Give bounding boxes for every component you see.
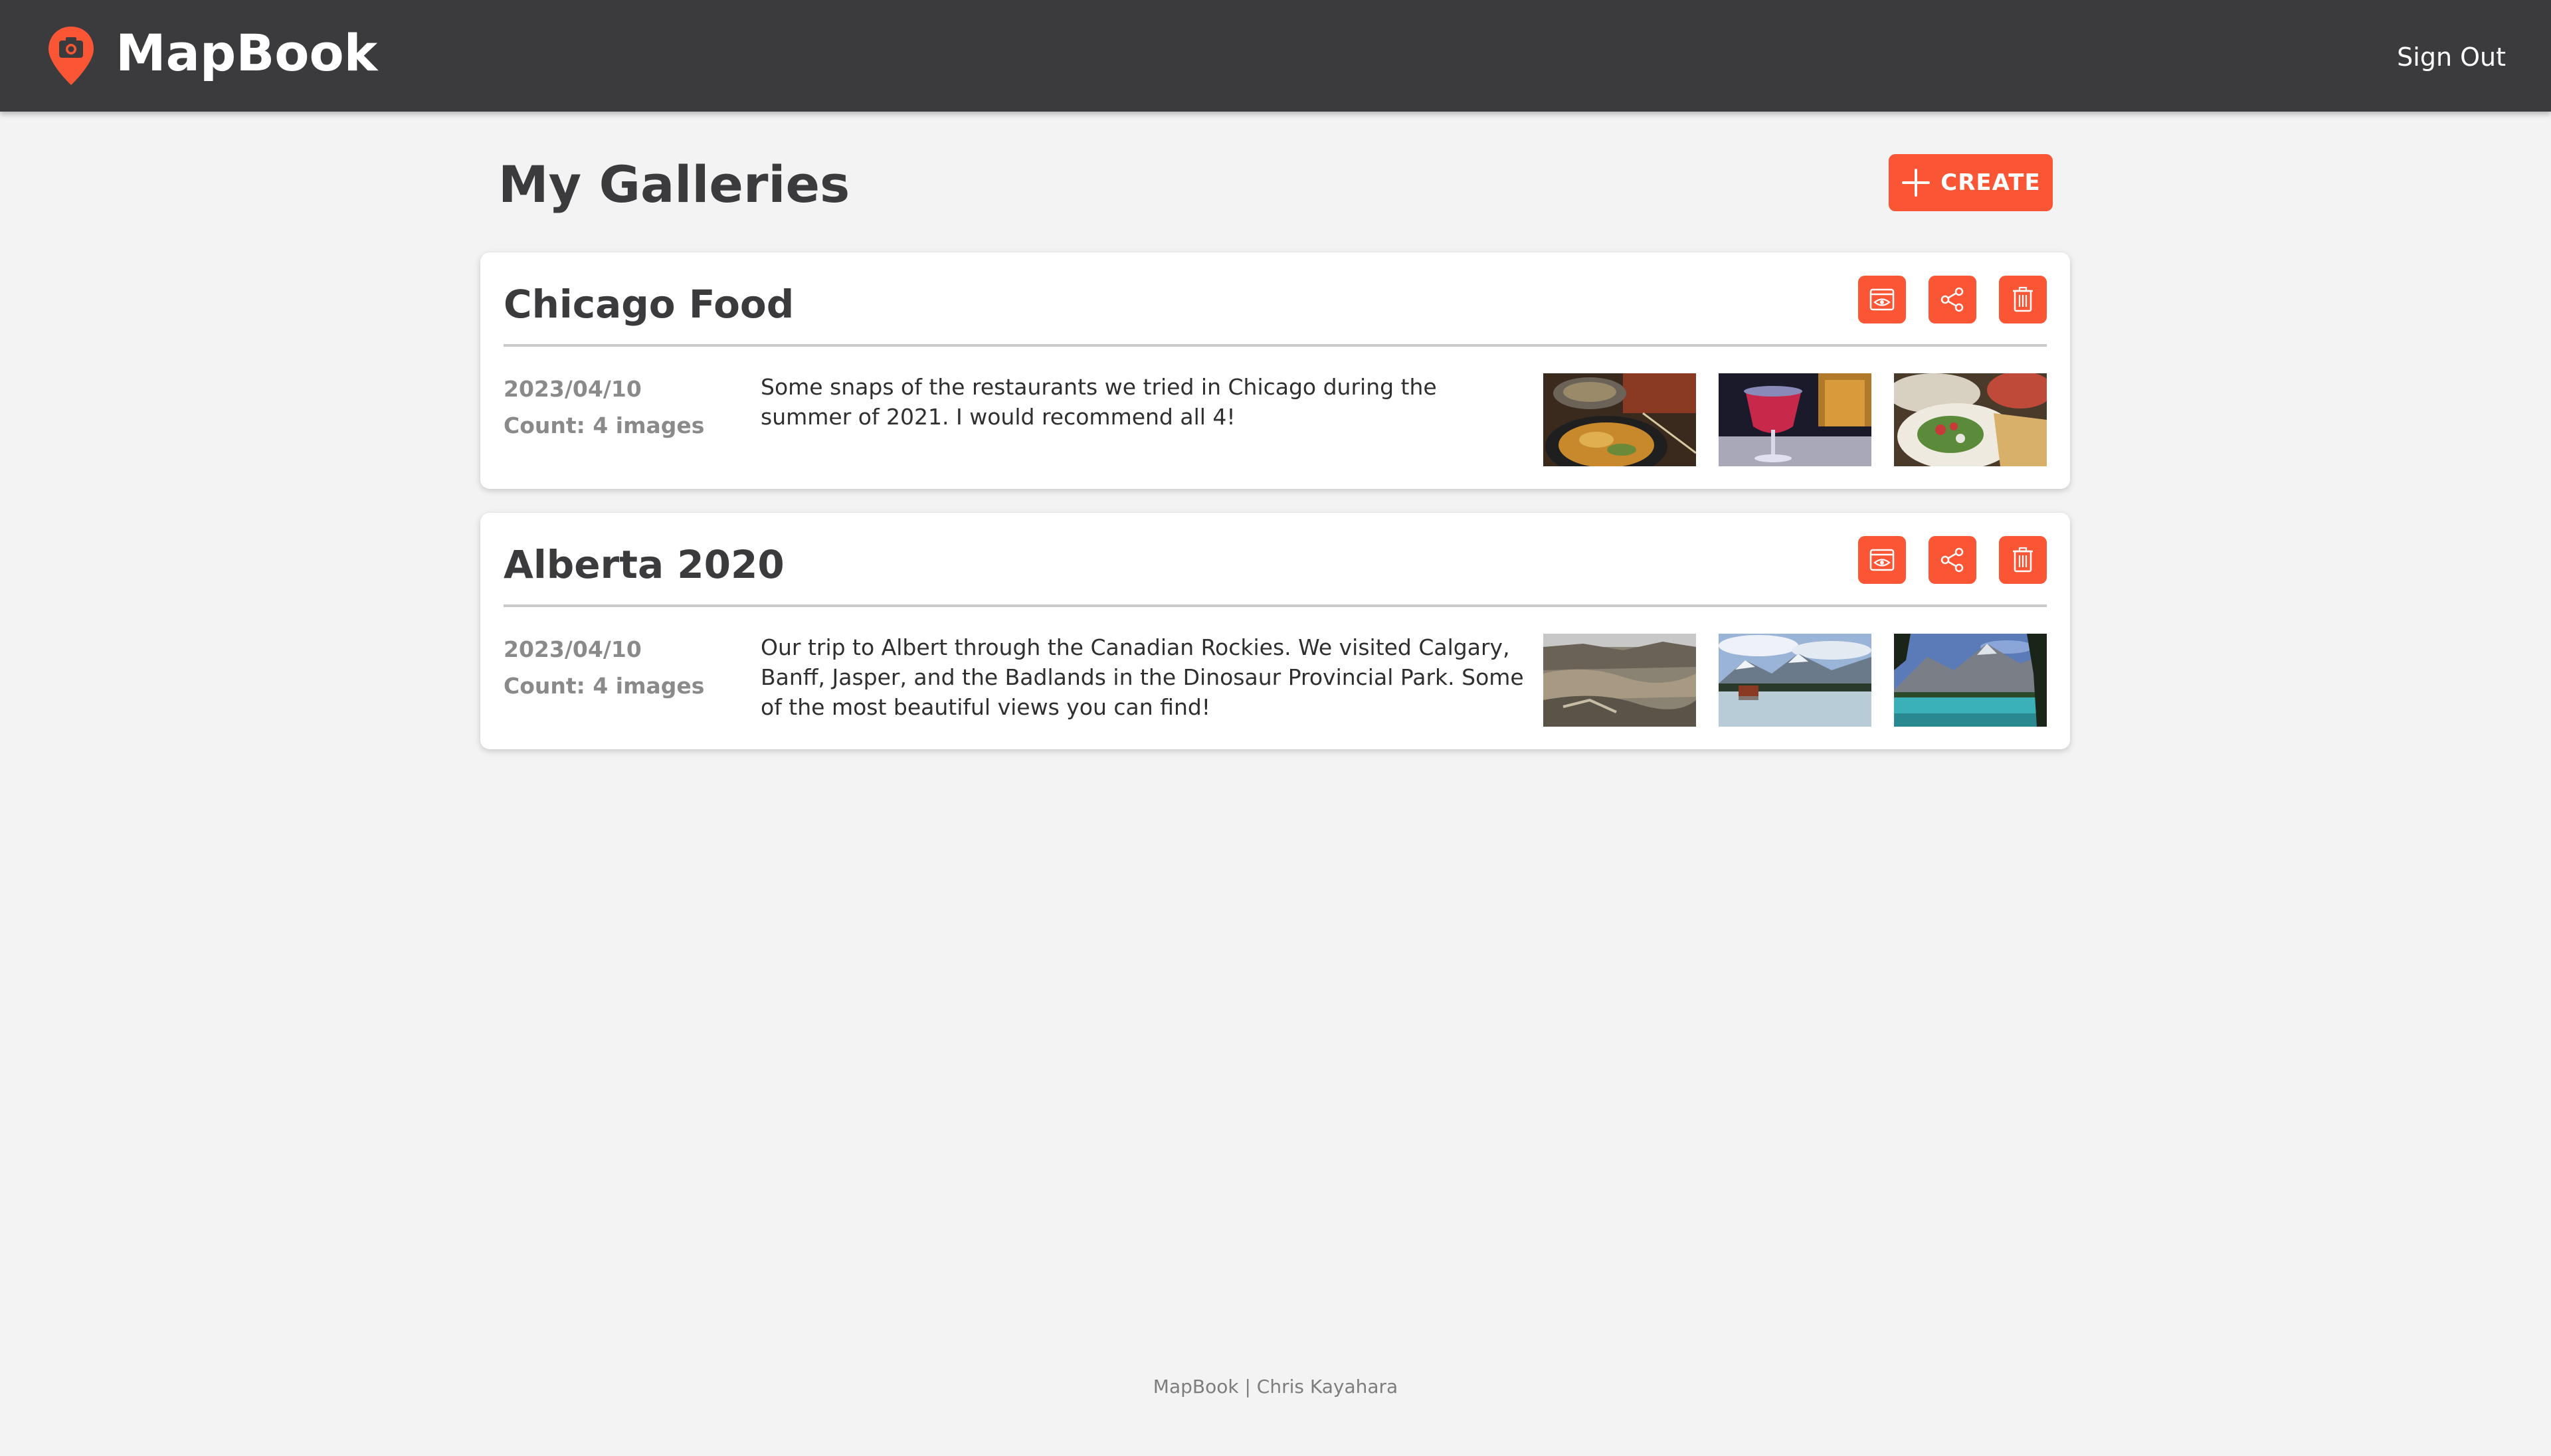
card-divider [504, 604, 2047, 607]
turquoise-lake-mountains-photo[interactable] [1894, 634, 2047, 727]
gallery-actions [1858, 276, 2047, 323]
gallery-count: Count: 4 images [504, 412, 705, 438]
gallery-description: Some snaps of the restaurants we tried i… [761, 374, 1437, 430]
gallery-card: Alberta 2020 2023/04/10 Count: 4 images … [480, 513, 2070, 749]
gallery-thumbnails [1543, 373, 2047, 466]
gallery-description: Our trip to Albert through the Canadian … [761, 634, 1524, 720]
gallery-meta: 2023/04/10 Count: 4 images [504, 631, 704, 704]
create-button-label: CREATE [1940, 169, 2041, 196]
card-divider [504, 344, 2047, 347]
gallery-title[interactable]: Alberta 2020 [504, 538, 785, 591]
mountain-lake-boathouse-photo[interactable] [1719, 634, 1871, 727]
mountain-lake-boathouse-photo-image [1719, 634, 1871, 727]
trash-icon [2013, 547, 2033, 573]
food-bowl-photo[interactable] [1543, 373, 1696, 466]
view-gallery-button[interactable] [1858, 276, 1906, 323]
gallery-date: 2023/04/10 [504, 636, 642, 662]
view-gallery-button[interactable] [1858, 536, 1906, 584]
salad-plate-photo[interactable] [1894, 373, 2047, 466]
trash-icon [2013, 286, 2033, 312]
view-icon [1869, 288, 1895, 311]
share-gallery-button[interactable] [1929, 276, 1976, 323]
create-gallery-button[interactable]: CREATE [1889, 154, 2053, 211]
share-icon [1940, 547, 1964, 573]
cocktail-drink-photo-image [1719, 373, 1871, 466]
top-nav-bar: MapBook Sign Out [0, 0, 2551, 112]
food-bowl-photo-image [1543, 373, 1696, 466]
footer-credits: MapBook | Chris Kayahara [1153, 1376, 1398, 1398]
gallery-date: 2023/04/10 [504, 376, 642, 402]
map-pin-camera-icon [48, 27, 94, 85]
plus-icon [1902, 169, 1931, 197]
badlands-photo-image [1543, 634, 1696, 727]
gallery-actions [1858, 536, 2047, 584]
app-title[interactable]: MapBook [116, 20, 377, 86]
delete-gallery-button[interactable] [1999, 536, 2047, 584]
badlands-photo[interactable] [1543, 634, 1696, 727]
delete-gallery-button[interactable] [1999, 276, 2047, 323]
gallery-thumbnails [1543, 634, 2047, 727]
cocktail-drink-photo[interactable] [1719, 373, 1871, 466]
turquoise-lake-mountains-photo-image [1894, 634, 2047, 727]
view-icon [1869, 549, 1895, 571]
page-title: My Galleries [498, 155, 850, 214]
share-icon [1940, 287, 1964, 312]
gallery-title[interactable]: Chicago Food [504, 278, 794, 331]
sign-out-link[interactable]: Sign Out [2397, 39, 2506, 76]
gallery-meta: 2023/04/10 Count: 4 images [504, 371, 704, 444]
gallery-count: Count: 4 images [504, 673, 705, 699]
gallery-card: Chicago Food 2023/04/10 Count: 4 images … [480, 252, 2070, 489]
share-gallery-button[interactable] [1929, 536, 1976, 584]
salad-plate-photo-image [1894, 373, 2047, 466]
